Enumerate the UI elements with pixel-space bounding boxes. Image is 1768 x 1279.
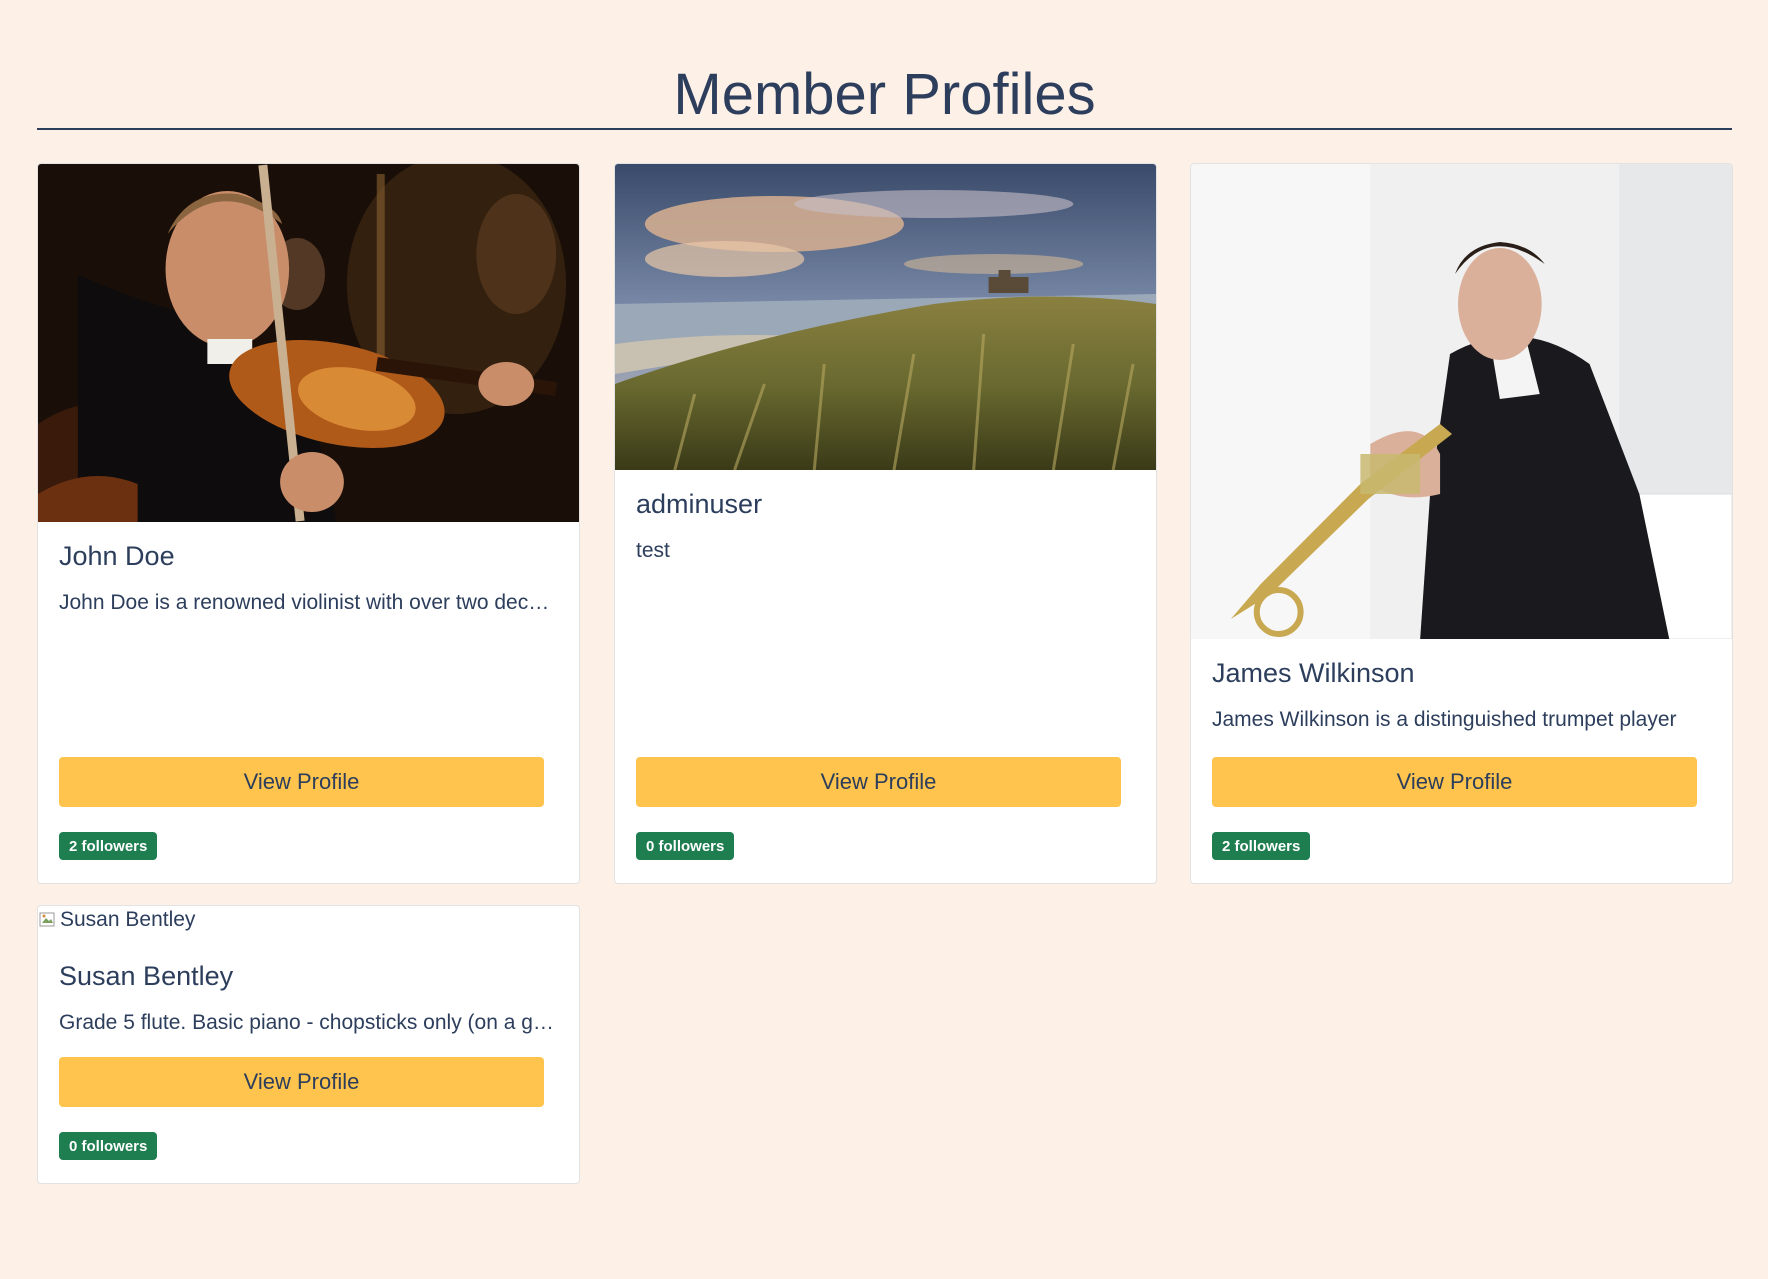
- broken-image-placeholder: Susan Bentley: [38, 908, 195, 932]
- page-title: Member Profiles: [673, 62, 1096, 127]
- title-divider: [37, 128, 1732, 130]
- profile-photo: [615, 164, 1156, 470]
- broken-image-icon: [38, 910, 58, 930]
- profile-description: James Wilkinson is a distinguished trump…: [1212, 708, 1677, 731]
- view-profile-button[interactable]: View Profile: [636, 757, 1121, 807]
- profile-name: John Doe: [59, 541, 175, 571]
- profile-name: adminuser: [636, 489, 763, 519]
- followers-badge: 2 followers: [59, 832, 158, 860]
- profile-description: Grade 5 flute. Basic piano - chopsticks …: [59, 1011, 558, 1034]
- profile-card: Susan Bentley Susan Bentley Grade 5 flut…: [37, 905, 580, 1184]
- followers-badge: 0 followers: [59, 1132, 158, 1160]
- profile-photo: [1191, 164, 1732, 639]
- view-profile-button[interactable]: View Profile: [1212, 757, 1697, 807]
- profile-name: Susan Bentley: [59, 961, 234, 991]
- profile-card: adminuser test View Profile 0 followers: [614, 163, 1157, 884]
- profile-name: James Wilkinson: [1212, 658, 1415, 688]
- followers-badge: 2 followers: [1212, 832, 1311, 860]
- view-profile-button[interactable]: View Profile: [59, 757, 544, 807]
- profile-description: test: [636, 539, 670, 562]
- view-profile-button[interactable]: View Profile: [59, 1057, 544, 1107]
- broken-image-alt-text: Susan Bentley: [60, 908, 196, 931]
- profile-photo: [38, 164, 579, 522]
- profile-card: John Doe John Doe is a renowned violinis…: [37, 163, 580, 884]
- followers-badge: 0 followers: [636, 832, 735, 860]
- profile-description: John Doe is a renowned violinist with ov…: [59, 591, 558, 614]
- profile-card: James Wilkinson James Wilkinson is a dis…: [1190, 163, 1733, 884]
